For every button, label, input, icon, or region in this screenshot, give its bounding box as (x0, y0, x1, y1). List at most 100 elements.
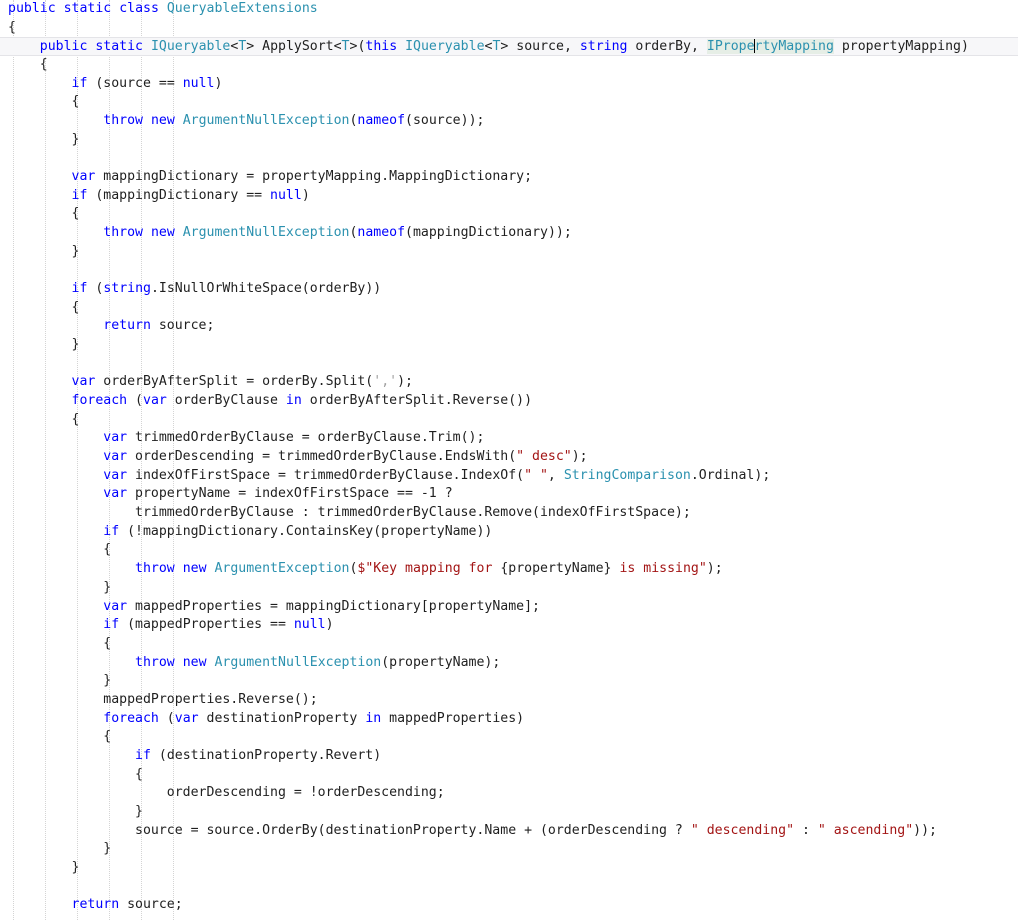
code-line[interactable] (0, 878, 1018, 897)
code-token-k: if (103, 617, 120, 633)
code-line[interactable]: source = source.OrderBy(destinationPrope… (0, 822, 1018, 841)
code-line[interactable]: var trimmedOrderByClause = orderByClause… (0, 429, 1018, 448)
code-token-p: indexOfFirstSpace = trimmedOrderByClause… (127, 467, 525, 483)
code-token-p: (mappedProperties == (119, 617, 294, 633)
code-token-k: nameof (357, 113, 406, 129)
code-line[interactable]: throw new ArgumentNullException(nameof(s… (0, 112, 1018, 131)
code-line[interactable]: } (0, 672, 1018, 691)
code-token-p: orderByClause (166, 393, 286, 409)
code-line[interactable]: } (0, 336, 1018, 355)
code-line[interactable] (0, 261, 1018, 280)
code-token-k: throw (103, 225, 143, 241)
code-line[interactable]: var orderByAfterSplit = orderBy.Split(',… (0, 373, 1018, 392)
code-token-p (8, 76, 72, 91)
code-surface[interactable]: public static class QueryableExtensions{… (0, 0, 1018, 915)
code-line[interactable]: } (0, 579, 1018, 598)
code-line[interactable]: { (0, 205, 1018, 224)
code-token-k: null (293, 617, 326, 633)
code-line[interactable]: throw new ArgumentNullException(nameof(m… (0, 224, 1018, 243)
code-line[interactable]: var orderDescending = trimmedOrderByClau… (0, 448, 1018, 467)
code-token-p (8, 599, 103, 614)
code-token-k: var (71, 169, 96, 185)
code-line[interactable]: var propertyName = indexOfFirstSpace == … (0, 485, 1018, 504)
code-line[interactable]: return source; (0, 896, 1018, 915)
code-token-t: ArgumentException (214, 561, 350, 577)
code-token-t: T (341, 39, 350, 55)
code-line[interactable]: foreach (var destinationProperty in mapp… (0, 710, 1018, 729)
code-line[interactable]: { (0, 56, 1018, 75)
code-line[interactable]: if (mappedProperties == null) (0, 616, 1018, 635)
code-token-p (8, 39, 40, 54)
code-line[interactable]: { (0, 19, 1018, 38)
code-line[interactable]: if (!mappingDictionary.ContainsKey(prope… (0, 523, 1018, 542)
code-editor[interactable]: public static class QueryableExtensions{… (0, 0, 1018, 920)
code-token-p (8, 655, 135, 670)
code-line[interactable] (0, 149, 1018, 168)
code-token-k: foreach (103, 710, 159, 726)
code-token-p: (propertyName); (381, 654, 501, 670)
code-token-p: } (8, 243, 80, 259)
code-token-p: orderDescending = trimmedOrderByClause.E… (127, 449, 517, 465)
code-token-t: ArgumentNullException (182, 225, 350, 241)
code-token-s: is missing" (611, 561, 707, 577)
code-line[interactable]: } (0, 859, 1018, 878)
code-line[interactable]: var mappingDictionary = propertyMapping.… (0, 168, 1018, 187)
code-line[interactable]: } (0, 803, 1018, 822)
code-line[interactable]: if (string.IsNullOrWhiteSpace(orderBy)) (0, 280, 1018, 299)
code-line[interactable]: { (0, 728, 1018, 747)
code-token-p: propertyName = indexOfFirstSpace == -1 ? (127, 486, 453, 502)
code-token-p: orderBy, (627, 39, 707, 55)
code-token-k: throw (103, 113, 143, 129)
code-token-p (8, 468, 103, 483)
code-line[interactable]: mappedProperties.Reverse(); (0, 691, 1018, 710)
code-token-p (143, 113, 151, 128)
code-line[interactable]: { (0, 766, 1018, 785)
code-token-p: } (8, 841, 112, 857)
code-token-p: ( (87, 281, 104, 297)
code-line[interactable]: if (mappingDictionary == null) (0, 187, 1018, 206)
code-line[interactable]: foreach (var orderByClause in orderByAft… (0, 392, 1018, 411)
code-token-p: mappingDictionary = propertyMapping.Mapp… (95, 169, 533, 185)
code-line[interactable]: { (0, 541, 1018, 560)
code-line[interactable]: var indexOfFirstSpace = trimmedOrderByCl… (0, 467, 1018, 486)
code-token-p: { (8, 729, 112, 745)
code-line[interactable]: public static class QueryableExtensions (0, 0, 1018, 19)
code-token-p: source; (150, 318, 215, 334)
code-line[interactable]: throw new ArgumentNullException(property… (0, 654, 1018, 673)
code-line[interactable]: { (0, 299, 1018, 318)
code-line[interactable]: if (destinationProperty.Revert) (0, 747, 1018, 766)
code-token-k: new (182, 561, 207, 577)
selected-symbol[interactable]: IPropertyMapping (706, 39, 834, 55)
code-line[interactable]: public static IQueryable<T> ApplySort<T>… (0, 37, 1018, 57)
code-token-p: } (8, 803, 143, 819)
code-line[interactable]: { (0, 93, 1018, 112)
code-token-k: public (8, 1, 56, 16)
code-line[interactable]: throw new ArgumentException($"Key mappin… (0, 560, 1018, 579)
code-token-t: IQueryable (405, 39, 485, 55)
code-token-p: (source == (87, 75, 183, 91)
code-line[interactable]: { (0, 411, 1018, 430)
code-token-p: )); (913, 822, 937, 838)
code-line[interactable]: } (0, 840, 1018, 859)
code-line[interactable]: var mappedProperties = mappingDictionary… (0, 598, 1018, 617)
code-line[interactable]: { (0, 635, 1018, 654)
code-line[interactable]: orderDescending = !orderDescending; (0, 784, 1018, 803)
code-token-p (8, 617, 103, 632)
code-line[interactable]: if (source == null) (0, 75, 1018, 94)
code-token-p: destinationProperty (198, 710, 366, 726)
code-token-k: this (365, 39, 398, 55)
code-token-k: foreach (71, 393, 128, 409)
code-token-k: null (182, 75, 215, 91)
code-line[interactable]: return source; (0, 317, 1018, 336)
code-token-p: mappedProperties) (381, 710, 525, 726)
code-line[interactable]: } (0, 243, 1018, 262)
code-token-p (175, 113, 183, 128)
code-token-p: propertyMapping) (833, 39, 969, 55)
code-token-p: source; (119, 897, 183, 913)
code-token-k: throw (135, 561, 175, 577)
code-token-p: , (547, 467, 564, 483)
code-token-s: " " (524, 467, 548, 483)
code-line[interactable] (0, 355, 1018, 374)
code-line[interactable]: } (0, 131, 1018, 150)
code-line[interactable]: trimmedOrderByClause : trimmedOrderByCla… (0, 504, 1018, 523)
